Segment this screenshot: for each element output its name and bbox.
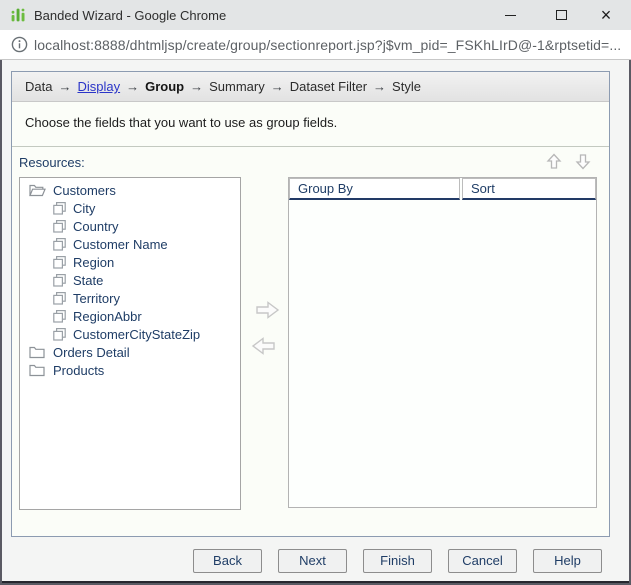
step-summary: Summary <box>209 79 265 94</box>
help-button[interactable]: Help <box>533 549 602 573</box>
tree-node-label: RegionAbbr <box>73 309 142 324</box>
field-icon <box>53 220 66 233</box>
back-button[interactable]: Back <box>193 549 262 573</box>
step-dataset-filter: Dataset Filter <box>290 79 367 94</box>
step-group: Group <box>145 79 184 94</box>
finish-button[interactable]: Finish <box>363 549 432 573</box>
column-header-sort: Sort <box>462 178 596 200</box>
browser-popup-window: Banded Wizard - Google Chrome × localhos… <box>0 0 631 585</box>
close-icon: × <box>601 6 612 24</box>
tree-node-state[interactable]: State <box>20 271 240 289</box>
tree-node-country[interactable]: Country <box>20 217 240 235</box>
step-description: Choose the fields that you want to use a… <box>12 102 609 147</box>
minimize-icon <box>505 15 516 16</box>
tree-node-label: State <box>73 273 103 288</box>
step-style: Style <box>392 79 421 94</box>
field-icon <box>53 274 66 287</box>
group-step-body: Resources: Customers <box>12 147 609 535</box>
breadcrumb-arrow: → <box>190 79 203 94</box>
close-button[interactable]: × <box>583 0 629 30</box>
cancel-button[interactable]: Cancel <box>448 549 517 573</box>
app-logo-icon <box>10 7 26 23</box>
info-icon[interactable] <box>11 36 28 53</box>
tree-node-label: Products <box>53 363 104 378</box>
tree-node-orders-detail[interactable]: Orders Detail <box>20 343 240 361</box>
tree-node-label: CustomerCityStateZip <box>73 327 200 342</box>
folder-closed-icon <box>29 363 46 377</box>
tree-node-territory[interactable]: Territory <box>20 289 240 307</box>
title-bar: Banded Wizard - Google Chrome × <box>0 0 631 30</box>
field-icon <box>53 292 66 305</box>
field-icon <box>53 202 66 215</box>
tree-node-label: City <box>73 201 95 216</box>
url-text[interactable]: localhost:8888/dhtmljsp/create/group/sec… <box>34 30 621 59</box>
field-icon <box>53 328 66 341</box>
field-icon <box>53 310 66 323</box>
resources-label: Resources: <box>19 155 85 170</box>
breadcrumb-arrow: → <box>271 79 284 94</box>
add-group-arrow[interactable] <box>255 300 281 320</box>
field-icon <box>53 256 66 269</box>
breadcrumb-arrow: → <box>58 79 71 94</box>
tree-node-label: Country <box>73 219 119 234</box>
breadcrumb-arrow: → <box>373 79 386 94</box>
maximize-button[interactable] <box>538 0 584 30</box>
resources-tree: Customers City Country <box>19 177 241 510</box>
breadcrumb-arrow: → <box>126 79 139 94</box>
step-data: Data <box>25 79 52 94</box>
address-bar[interactable]: localhost:8888/dhtmljsp/create/group/sec… <box>0 30 631 60</box>
column-header-group-by: Group By <box>289 178 460 200</box>
group-by-panel: Group By Sort <box>288 177 597 508</box>
field-icon <box>53 238 66 251</box>
folder-open-icon <box>29 183 46 197</box>
tree-node-label: Region <box>73 255 114 270</box>
move-up-arrow[interactable] <box>546 153 562 170</box>
tree-node-customers[interactable]: Customers <box>20 181 240 199</box>
maximize-icon <box>556 10 567 20</box>
wizard-dialog: Data → Display → Group → Summary → Dataset Filte… <box>11 71 610 537</box>
folder-closed-icon <box>29 345 46 359</box>
tree-node-label: Territory <box>73 291 120 306</box>
tree-node-regionabbr[interactable]: RegionAbbr <box>20 307 240 325</box>
minimize-button[interactable] <box>487 0 533 30</box>
tree-node-customer-name[interactable]: Customer Name <box>20 235 240 253</box>
breadcrumb: Data → Display → Group → Summary → Dataset Filte… <box>12 72 609 102</box>
step-display[interactable]: Display <box>77 79 120 94</box>
tree-node-region[interactable]: Region <box>20 253 240 271</box>
tree-node-label: Customers <box>53 183 116 198</box>
tree-node-label: Orders Detail <box>53 345 130 360</box>
move-down-arrow[interactable] <box>575 153 591 170</box>
tree-node-city[interactable]: City <box>20 199 240 217</box>
group-table-header: Group By Sort <box>289 178 596 200</box>
tree-node-customercitystatezip[interactable]: CustomerCityStateZip <box>20 325 240 343</box>
tree-node-label: Customer Name <box>73 237 168 252</box>
window-title: Banded Wizard - Google Chrome <box>34 0 226 30</box>
next-button[interactable]: Next <box>278 549 347 573</box>
remove-group-arrow[interactable] <box>250 336 276 356</box>
tree-node-products[interactable]: Products <box>20 361 240 379</box>
